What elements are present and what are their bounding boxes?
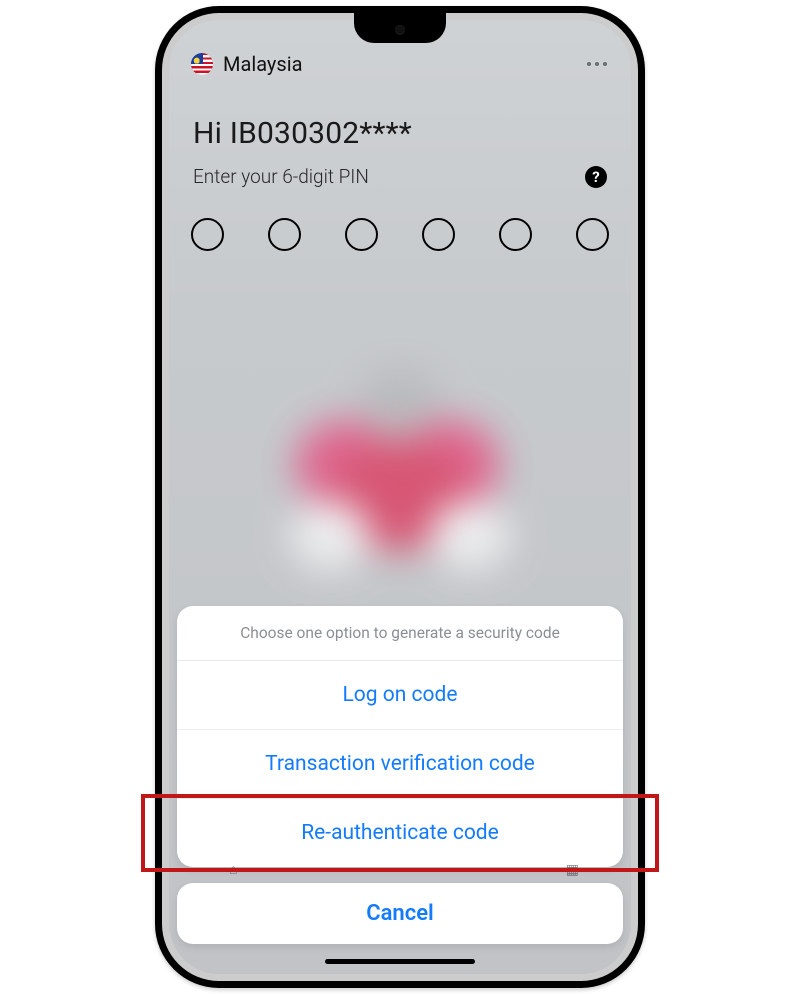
cancel-button[interactable]: Cancel	[177, 883, 623, 944]
country-label: Malaysia	[223, 52, 302, 76]
action-sheet-container: ⌂ ▦ Choose one option to generate a secu…	[169, 606, 631, 974]
action-sheet-item[interactable]: Re-authenticate code	[177, 799, 623, 867]
help-icon[interactable]: ?	[585, 166, 607, 188]
background-art	[250, 370, 550, 610]
action-sheet-item[interactable]: Transaction verification code	[177, 730, 623, 799]
pin-prompt: Enter your 6-digit PIN	[193, 165, 369, 188]
home-indicator[interactable]	[325, 959, 475, 964]
country-selector[interactable]: Malaysia	[191, 52, 302, 76]
pin-entry[interactable]	[169, 188, 631, 251]
pin-dot	[345, 218, 378, 251]
action-sheet: Choose one option to generate a security…	[177, 606, 623, 867]
action-sheet-item[interactable]: Log on code	[177, 661, 623, 730]
pin-dot	[499, 218, 532, 251]
device-notch	[354, 13, 446, 43]
pin-dot	[576, 218, 609, 251]
grid-peek-icon: ▦	[566, 862, 579, 878]
pin-dot	[268, 218, 301, 251]
app-screen: Malaysia Hi IB030302**** Enter your 6-di…	[169, 20, 631, 974]
keypad-peek-icon: ⌂	[229, 861, 237, 878]
phone-frame: Malaysia Hi IB030302**** Enter your 6-di…	[155, 6, 645, 988]
more-menu-icon[interactable]	[583, 52, 611, 76]
flag-malaysia-icon	[191, 53, 213, 75]
pin-dot	[422, 218, 455, 251]
pin-dot	[191, 218, 224, 251]
action-sheet-title: Choose one option to generate a security…	[177, 606, 623, 661]
greeting-text: Hi IB030302****	[193, 116, 607, 151]
